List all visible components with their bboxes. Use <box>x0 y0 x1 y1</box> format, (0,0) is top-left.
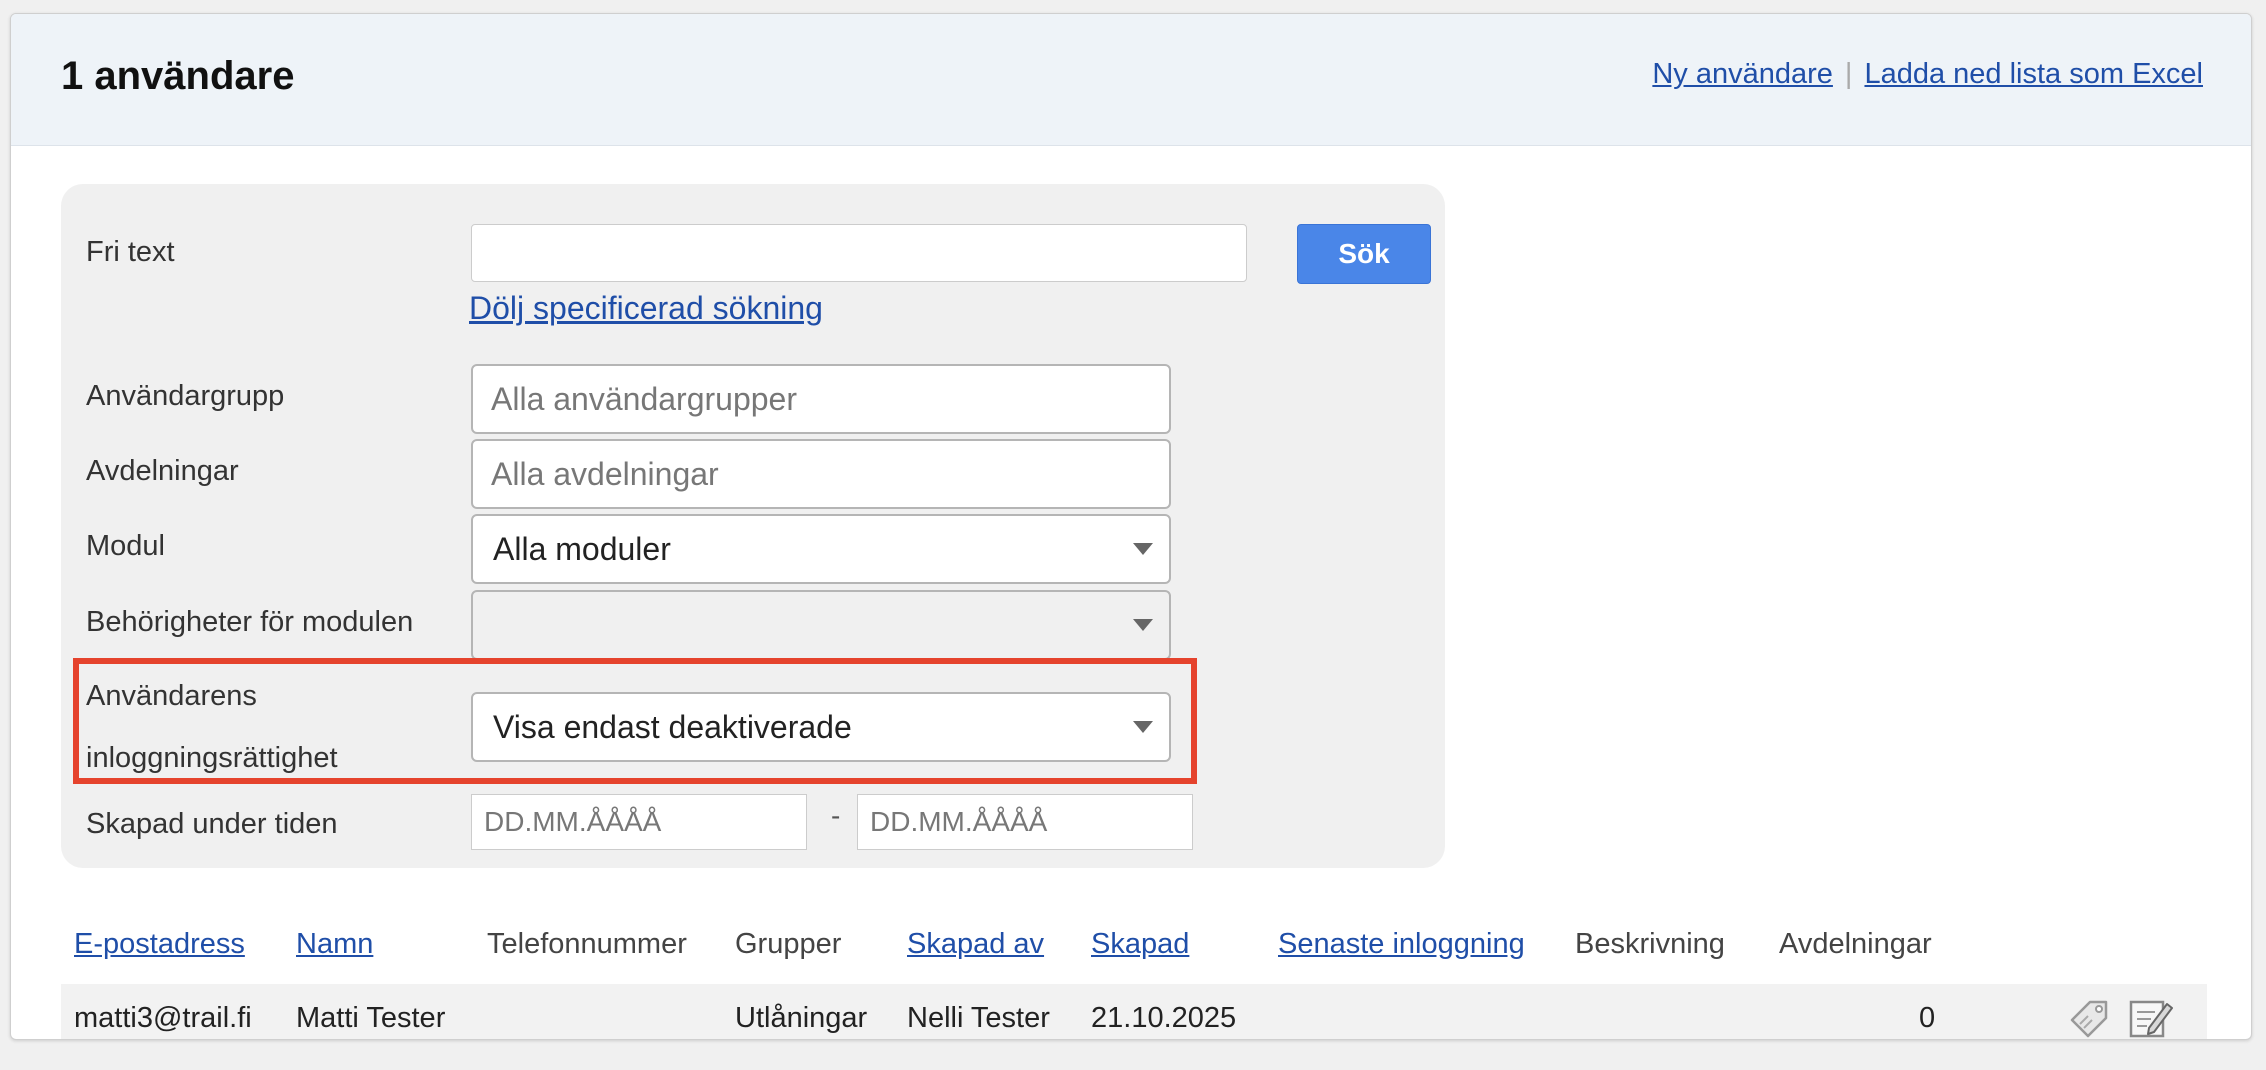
table-row[interactable]: matti3@trail.fi Matti Tester Utlåningar … <box>61 984 2207 1040</box>
column-header-phone: Telefonnummer <box>487 928 687 960</box>
free-text-input[interactable] <box>471 224 1247 282</box>
module-select[interactable]: Alla moduler <box>471 514 1171 584</box>
user-group-input[interactable] <box>471 364 1171 434</box>
page-header: 1 användare Ny användare | Ladda ned lista… <box>11 14 2251 146</box>
date-range-dash: - <box>831 800 841 831</box>
date-to-input[interactable] <box>857 794 1193 850</box>
hide-advanced-search-link[interactable]: Dölj specificerad sökning <box>469 290 823 327</box>
permissions-select[interactable] <box>471 590 1171 660</box>
column-header-departments: Avdelningar <box>1779 928 1932 960</box>
departments-label: Avdelningar <box>86 455 239 487</box>
permissions-label: Behörigheter för modulen <box>86 606 414 638</box>
header-links: Ny användare | Ladda ned lista som Excel <box>1652 58 2203 91</box>
column-header-created-by[interactable]: Skapad av <box>907 928 1044 961</box>
date-from-input[interactable] <box>471 794 807 850</box>
column-header-name[interactable]: Namn <box>296 928 373 961</box>
cell-name: Matti Tester <box>296 1002 446 1034</box>
tag-icon[interactable] <box>2066 994 2114 1040</box>
new-user-link[interactable]: Ny användare <box>1652 58 1833 90</box>
cell-email: matti3@trail.fi <box>74 1002 252 1034</box>
column-header-description: Beskrivning <box>1575 928 1725 960</box>
highlight-box <box>73 658 1197 784</box>
column-header-groups: Grupper <box>735 928 842 960</box>
module-label: Modul <box>86 530 165 562</box>
column-header-created[interactable]: Skapad <box>1091 928 1189 961</box>
link-separator: | <box>1844 58 1853 90</box>
cell-departments: 0 <box>1919 1002 1936 1034</box>
free-text-label: Fri text <box>86 236 175 268</box>
chevron-down-icon <box>1133 543 1153 555</box>
cell-created-by: Nelli Tester <box>907 1002 1050 1034</box>
departments-input[interactable] <box>471 439 1171 509</box>
download-excel-link[interactable]: Ladda ned lista som Excel <box>1864 58 2203 90</box>
users-panel: 1 användare Ny användare | Ladda ned lista… <box>10 13 2252 1040</box>
column-header-last-login[interactable]: Senaste inloggning <box>1278 928 1525 961</box>
search-button[interactable]: Sök <box>1297 224 1431 284</box>
user-group-label: Användargrupp <box>86 380 285 412</box>
created-period-label: Skapad under tiden <box>86 808 338 840</box>
search-form: Fri text Sök Dölj specificerad sökning A… <box>61 184 1445 868</box>
cell-created: 21.10.2025 <box>1091 1002 1237 1034</box>
column-header-email[interactable]: E-postadress <box>74 928 245 961</box>
page-title: 1 användare <box>61 54 295 98</box>
edit-icon[interactable] <box>2127 994 2175 1040</box>
cell-groups: Utlåningar <box>735 1002 868 1034</box>
module-select-value: Alla moduler <box>493 530 671 567</box>
chevron-down-icon <box>1133 619 1153 631</box>
